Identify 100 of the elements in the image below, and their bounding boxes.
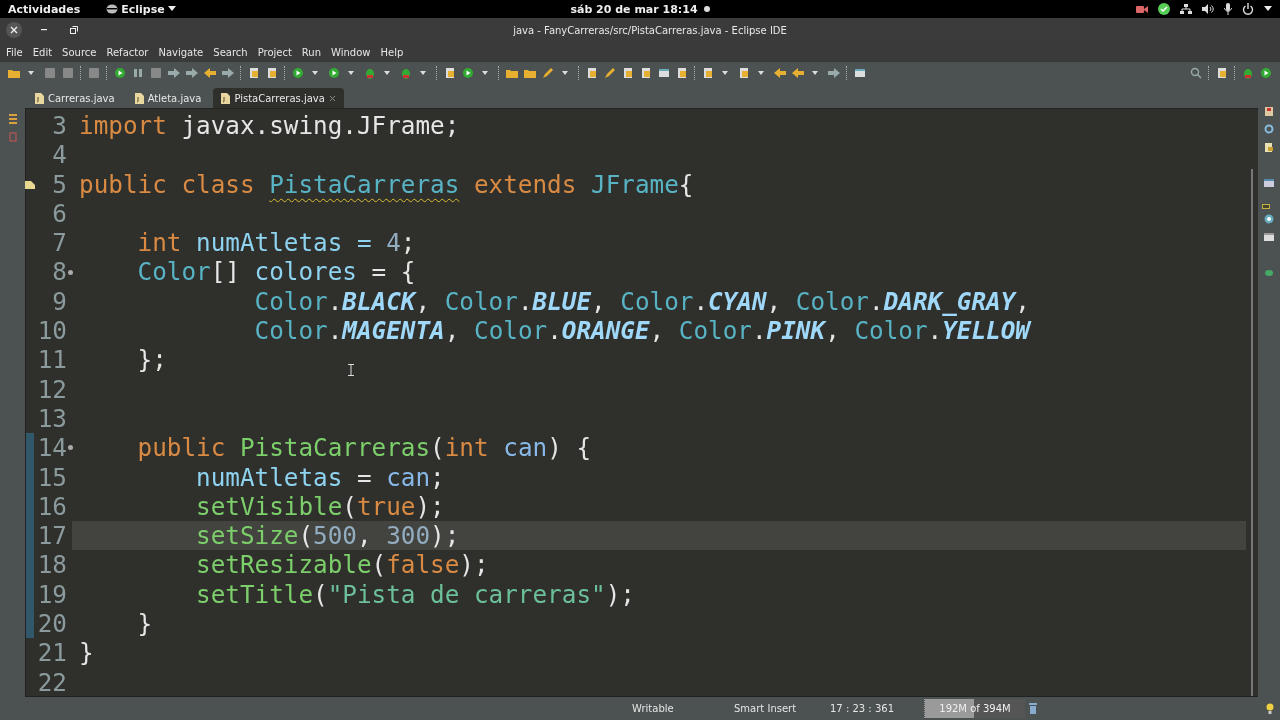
minimize-icon [41,29,47,31]
play-icon[interactable] [1260,67,1272,79]
line-number: 21 [37,638,67,668]
menu-item[interactable]: File [6,46,23,58]
document-icon[interactable] [266,67,278,79]
play-icon[interactable] [292,67,304,79]
document-icon[interactable] [1216,67,1228,79]
menu-item[interactable]: Run [301,46,322,58]
code-line: } [136,609,153,639]
menu-item[interactable]: Window [331,46,371,58]
app-menu[interactable]: Eclipse [121,2,165,16]
document-icon[interactable] [702,67,714,79]
warning-marker-icon [1262,204,1270,209]
code-line: Color[] colores = { [136,257,416,287]
code-line: setTitle("Pista de carreras"); [195,579,635,610]
close-button[interactable] [6,22,22,38]
line-number: 15 [37,462,67,492]
editor-tab[interactable]: PistaCarreras.java [213,88,344,108]
code-line: numAtletas = can; [195,462,445,492]
code-line: import javax.swing.JFrame; [78,111,460,141]
camera-icon [1136,4,1148,14]
pencil-icon[interactable] [604,67,616,79]
java-file-icon [221,92,231,104]
arrow-right-icon[interactable] [222,67,234,79]
line-number: 4 [52,140,67,170]
play-icon[interactable] [462,67,474,79]
code-line: public class PistaCarreras extends JFrame{ [78,169,694,199]
arrow-right-icon[interactable] [186,67,198,79]
fold-marker-icon[interactable] [67,445,73,451]
arrow-left-icon[interactable] [774,67,786,79]
restore-icon [70,26,78,34]
folder-icon[interactable] [506,67,518,79]
line-number: 14 [37,433,67,463]
cursor-position: 17 : 23 : 361 [830,703,895,714]
text-cursor-icon [348,364,354,376]
document-icon[interactable] [1264,142,1274,152]
window-icon[interactable] [658,67,670,79]
code-line: setVisible(true); [195,491,445,522]
menu-item[interactable]: Source [62,46,97,58]
code-line: Color.BLACK, Color.BLUE, Color.CYAN, Color.DARK_GRAY, [253,286,1030,317]
window-icon[interactable] [1264,178,1274,188]
clock[interactable]: sáb 20 de mar 18:14 [570,2,698,16]
code-line: int numAtletas = 4; [136,228,416,258]
network-icon [1180,4,1192,14]
line-number: 17 [37,521,67,551]
line-number: 12 [37,374,67,404]
menu-item[interactable]: Edit [32,46,53,58]
code-line: setSize(500, 300); [195,521,460,551]
scrollbar[interactable] [1251,169,1253,696]
document-icon[interactable] [738,67,750,79]
line-number: 8 [52,257,67,287]
line-number: 5 [52,169,67,199]
folder-icon[interactable] [524,67,536,79]
editor-tab[interactable]: Carreras.java [27,88,123,108]
menu-item[interactable]: Navigate [158,46,204,58]
arrow-left-icon[interactable] [204,67,216,79]
line-number: 3 [52,111,67,141]
code-line: public PistaCarreras(int can) { [136,433,592,463]
activities-button[interactable]: Actividades [8,2,81,16]
speaker-icon [1202,4,1214,14]
search-icon[interactable] [1190,67,1202,79]
document-icon[interactable] [676,67,688,79]
caret-icon [1264,6,1272,12]
dot-icon [703,6,710,12]
editor-tab[interactable]: Atleta.java [126,88,210,108]
folder-icon[interactable] [8,67,20,79]
arrow-left-icon[interactable] [792,67,804,79]
document-icon[interactable] [586,67,598,79]
close-icon [10,26,18,34]
caret-icon [167,6,176,12]
line-number: 10 [37,316,67,346]
menu-item[interactable]: Help [380,46,404,58]
document-icon[interactable] [640,67,652,79]
document-icon[interactable] [622,67,634,79]
arrow-right-icon[interactable] [168,67,180,79]
warning-icon [25,178,35,189]
window-icon[interactable] [1264,232,1274,242]
line-number: 22 [37,667,67,697]
power-icon [1242,3,1254,15]
pause-icon[interactable] [132,67,144,79]
pencil-icon[interactable] [542,67,554,79]
menu-item[interactable]: Project [257,46,292,58]
menu-item[interactable]: Search [213,46,248,58]
java-file-icon [35,92,44,104]
lightbulb-icon[interactable] [1266,703,1274,714]
arrow-right-icon[interactable] [828,67,840,79]
trash-icon[interactable] [1029,703,1037,714]
close-icon[interactable] [328,94,336,102]
play-icon[interactable] [114,67,126,79]
microphone-icon [1224,3,1232,15]
play-icon[interactable] [328,67,340,79]
memory-label: 192M of 394M [938,702,1012,716]
window-icon[interactable] [854,67,866,79]
document-icon[interactable] [248,67,260,79]
line-number: 6 [52,198,67,229]
java-file-icon [134,92,144,104]
document-icon[interactable] [444,67,456,79]
list-icon[interactable] [8,114,17,124]
menu-item[interactable]: Refactor [106,46,149,58]
fold-marker-icon[interactable] [67,269,73,275]
